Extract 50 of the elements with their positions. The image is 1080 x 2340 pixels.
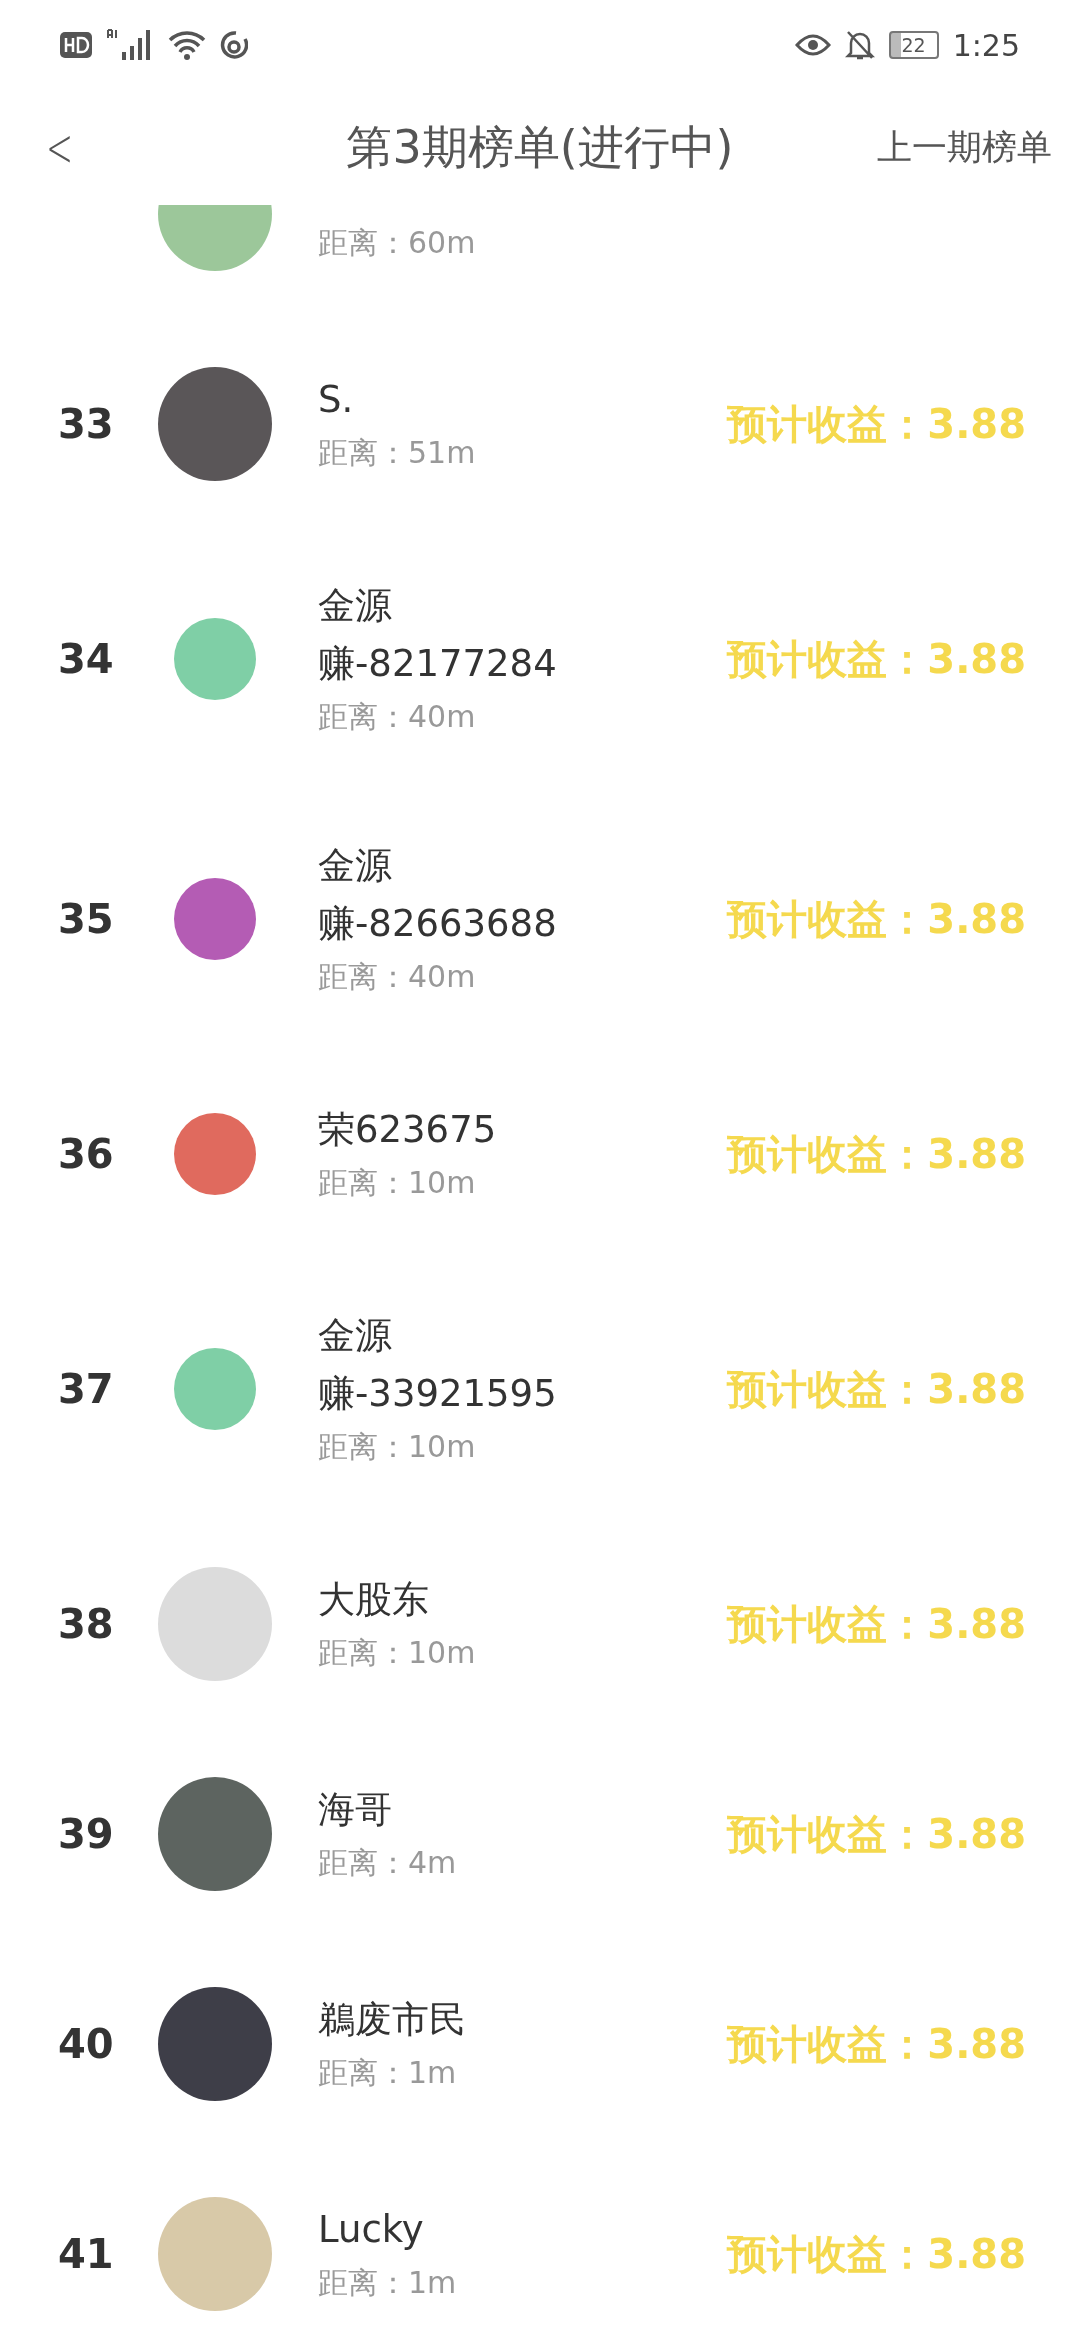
rank-number: 40: [58, 2021, 114, 2067]
eye-icon: [794, 33, 831, 57]
rank-number: 36: [58, 1131, 114, 1177]
distance-text: 距离：1m: [318, 2054, 458, 2092]
user-name: 海哥: [318, 1787, 393, 1833]
user-name: 金源: [318, 583, 393, 629]
bell-off-icon: [844, 29, 875, 61]
clock-time: 1:25: [952, 27, 1020, 63]
previous-ranking-link[interactable]: 上一期榜单: [877, 124, 1052, 171]
rank-number: 33: [58, 401, 114, 447]
hd-icon: [60, 32, 92, 58]
distance-text: 距离：10m: [318, 1164, 477, 1202]
wifi-icon: [168, 29, 206, 61]
circle-app-icon: [220, 30, 248, 60]
rank-number: 37: [58, 1366, 114, 1412]
distance-text: 距离：40m: [318, 698, 477, 736]
user-name: 金源: [318, 843, 393, 889]
distance-text: 距离：4m: [318, 1844, 458, 1882]
distance-text: 距离：1m: [318, 2264, 458, 2302]
user-name: 荣623675: [318, 1107, 498, 1153]
back-button[interactable]: <: [46, 116, 70, 179]
distance-text: 距离：10m: [318, 1634, 477, 1672]
user-name: 大股东: [318, 1577, 430, 1623]
estimated-earnings: 预计收益：3.88: [727, 2230, 1026, 2279]
user-name: S.: [318, 377, 355, 423]
rank-number: 41: [58, 2231, 114, 2277]
estimated-earnings: 预计收益：3.88: [727, 895, 1026, 944]
rank-number: 34: [58, 636, 114, 682]
estimated-earnings: 预计收益：3.88: [727, 635, 1026, 684]
page-title: 第3期榜单(进行中): [346, 119, 734, 174]
estimated-earnings: 预计收益：3.88: [727, 1600, 1026, 1649]
estimated-earnings: 预计收益：3.88: [727, 400, 1026, 449]
rank-number: 35: [58, 896, 114, 942]
distance-text: 距离：40m: [318, 958, 477, 996]
user-name: 鵜废市民: [318, 1997, 467, 2043]
rank-number: 39: [58, 1811, 114, 1857]
distance-text: 距离：51m: [318, 434, 477, 472]
user-name: 金源: [318, 1313, 393, 1359]
distance-text: 距离：10m: [318, 1428, 477, 1466]
estimated-earnings: 预计收益：3.88: [727, 1810, 1026, 1859]
user-name: 赚-82177284: [318, 641, 558, 687]
rank-number: 38: [58, 1601, 114, 1647]
estimated-earnings: 预计收益：3.88: [727, 1130, 1026, 1179]
battery-icon: 22: [888, 31, 939, 59]
distance-text: 距离：60m: [318, 224, 477, 262]
user-name: Lucky: [318, 2207, 425, 2253]
user-name: 赚-82663688: [318, 901, 558, 947]
estimated-earnings: 预计收益：3.88: [727, 1365, 1026, 1414]
user-name: 赚-33921595: [318, 1371, 558, 1417]
estimated-earnings: 预计收益：3.88: [727, 2020, 1026, 2069]
